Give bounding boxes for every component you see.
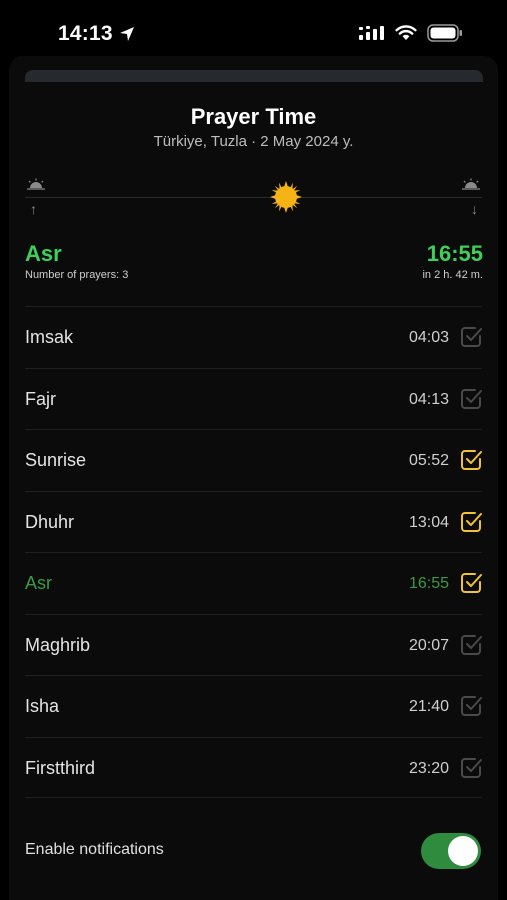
- unchecked-checkbox-icon[interactable]: [460, 634, 482, 656]
- wifi-icon: [395, 25, 417, 40]
- prayer-row[interactable]: Fajr 04:13: [25, 367, 482, 430]
- current-prayer-name: Asr: [25, 241, 62, 266]
- status-icons: [359, 24, 463, 42]
- page-subtitle: Türkiye, Tuzla · 2 May 2024 y.: [153, 133, 354, 150]
- prayer-list: Imsak 04:03 Fajr 04:13 Sunrise 05:52 Dhuhr 13:0…: [25, 306, 482, 798]
- location-arrow-icon: [119, 27, 134, 41]
- unchecked-checkbox-icon[interactable]: [460, 326, 482, 348]
- prayer-name: Imsak: [25, 327, 74, 347]
- prayer-time: 04:03: [408, 329, 449, 346]
- sunrise-icon: [27, 178, 45, 190]
- prayer-row[interactable]: Maghrib 20:07: [25, 613, 482, 676]
- status-bar: 14:13: [0, 0, 507, 64]
- sunset-icon: [462, 178, 480, 190]
- unchecked-checkbox-icon[interactable]: [460, 388, 482, 410]
- prayer-time: 13:04: [408, 513, 449, 531]
- unchecked-checkbox-icon[interactable]: [460, 757, 482, 779]
- checked-checkbox-icon[interactable]: [460, 572, 482, 594]
- prayer-time: 23:20: [408, 759, 449, 777]
- status-time: 14:13: [58, 22, 135, 46]
- notifications-label: Enable notifications: [25, 841, 164, 858]
- prayer-row[interactable]: Isha 21:40: [25, 675, 482, 737]
- sunset-arrow-icon: ↓: [471, 201, 478, 217]
- signal-icon: [359, 26, 384, 40]
- prayer-row[interactable]: Asr 16:55: [25, 552, 482, 614]
- prayer-name: Asr: [25, 573, 52, 593]
- prayer-time: 16:55: [408, 575, 449, 592]
- prayer-name: Dhuhr: [25, 511, 75, 532]
- prayer-row[interactable]: Dhuhr 13:04: [25, 490, 482, 553]
- prayer-name: Sunrise: [25, 450, 87, 470]
- prayer-time: 21:40: [408, 698, 449, 715]
- toggle-knob: [448, 836, 478, 866]
- prayer-name: Maghrib: [25, 634, 91, 655]
- prayer-time: 20:07: [408, 636, 449, 654]
- prayer-name: Firstthird: [25, 757, 96, 778]
- checked-checkbox-icon[interactable]: [460, 449, 482, 471]
- prayer-name: Isha: [25, 696, 60, 716]
- prayer-row[interactable]: Firstthird 23:20: [25, 736, 482, 798]
- notifications-toggle[interactable]: [421, 833, 481, 869]
- unchecked-checkbox-icon[interactable]: [460, 695, 482, 717]
- prayer-count: Number of prayers: 3: [25, 269, 129, 281]
- sunrise-arrow-icon: ↑: [30, 201, 37, 217]
- prayer-row[interactable]: Imsak 04:03: [25, 306, 482, 368]
- prayer-time: 05:52: [408, 452, 449, 469]
- prayer-name: Fajr: [25, 388, 56, 409]
- sun-timeline: [25, 197, 482, 198]
- current-prayer-time: 16:55: [426, 241, 483, 266]
- time-remaining: in 2 h. 42 m.: [422, 269, 483, 281]
- page-title: Prayer Time: [190, 104, 317, 129]
- status-time-label: 14:13: [58, 22, 113, 45]
- sheet-grabber[interactable]: [25, 70, 483, 82]
- prayer-row[interactable]: Sunrise 05:52: [25, 429, 482, 491]
- battery-icon: [427, 24, 462, 42]
- prayer-time: 04:13: [408, 390, 449, 408]
- checked-checkbox-icon[interactable]: [460, 511, 482, 533]
- sun-icon: [270, 181, 302, 213]
